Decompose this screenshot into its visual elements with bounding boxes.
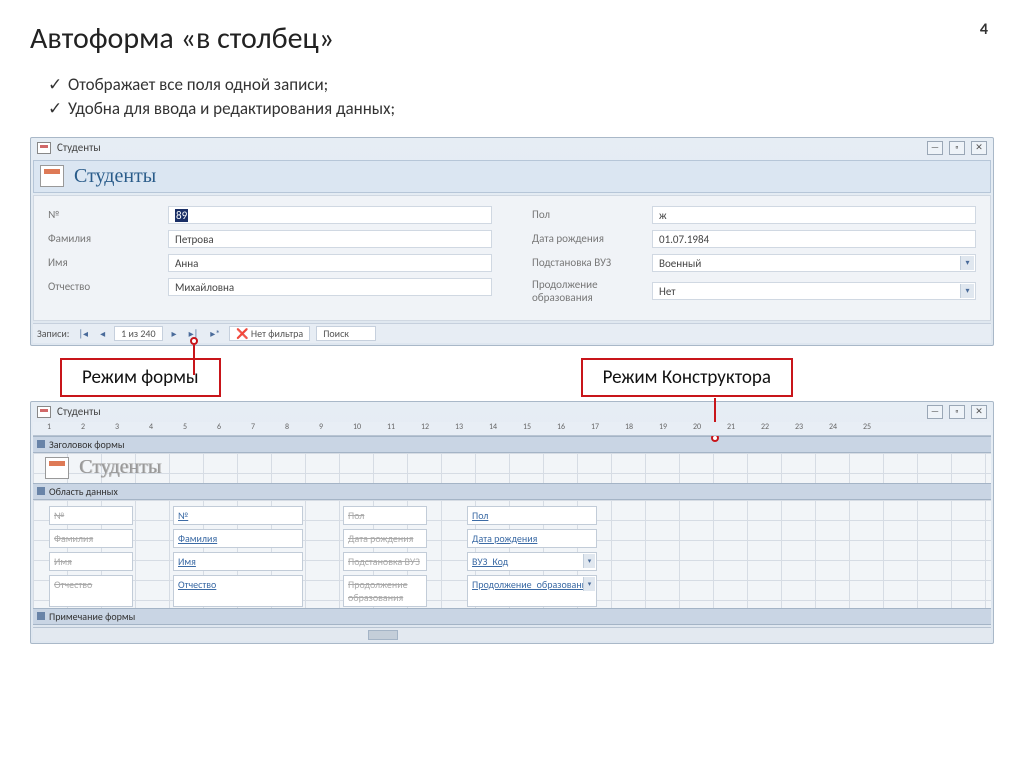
callout-design-mode: Режим Конструктора: [581, 358, 793, 397]
minimize-button[interactable]: —: [927, 405, 943, 419]
window-caption: Студенты: [57, 405, 101, 418]
design-view-window: Студенты — ▫ ✕ 1234567891011121314151617…: [30, 401, 994, 644]
form-body: № 89 Фамилия Петрова Имя Анна Отчество М…: [33, 195, 991, 321]
edu-combobox[interactable]: Нет▾: [652, 282, 976, 300]
chevron-down-icon[interactable]: ▾: [583, 554, 595, 568]
nav-filter[interactable]: ❌ Нет фильтра: [229, 326, 310, 341]
design-field[interactable]: Фамилия: [173, 529, 303, 548]
vuz-combobox[interactable]: Военный▾: [652, 254, 976, 272]
form-view-window: Студенты — ▫ ✕ Студенты № 89 Фамилия Пет…: [30, 137, 994, 346]
design-label[interactable]: Подстановка ВУЗ: [343, 552, 427, 571]
form-header-title: Студенты: [74, 165, 156, 188]
form-col-right: Пол ж Дата рождения 01.07.1984 Подстанов…: [532, 206, 976, 310]
callout-form-mode: Режим формы: [60, 358, 221, 397]
form-header-icon[interactable]: [45, 457, 69, 479]
nav-first-button[interactable]: |◂: [75, 327, 91, 340]
window-caption: Студенты: [57, 141, 101, 154]
design-label[interactable]: Имя: [49, 552, 133, 571]
design-field[interactable]: Продолжение_образования▾: [467, 575, 597, 607]
bullet-item: Отображает все поля одной записи;: [48, 73, 994, 97]
field-label: №: [48, 208, 168, 221]
name-input[interactable]: Анна: [168, 254, 492, 272]
bullet-item: Удобна для ввода и редактирования данных…: [48, 97, 994, 121]
restore-button[interactable]: ▫: [949, 141, 965, 155]
slide-title: Автоформа «в столбец»: [30, 20, 994, 57]
design-field[interactable]: Пол: [467, 506, 597, 525]
form-header-icon: [40, 165, 64, 187]
field-label: Фамилия: [48, 232, 168, 245]
section-handle-icon: [37, 612, 45, 620]
restore-button[interactable]: ▫: [949, 405, 965, 419]
form-icon: [37, 142, 51, 154]
chevron-down-icon[interactable]: ▾: [960, 256, 974, 270]
form-header-title-design[interactable]: Студенты: [79, 456, 161, 479]
nav-new-button[interactable]: ▸*: [207, 327, 223, 340]
designer: 1234567891011121314151617181920212223242…: [33, 422, 991, 625]
design-label[interactable]: Пол: [343, 506, 427, 525]
section-form-header[interactable]: Заголовок формы: [33, 436, 991, 453]
titlebar: Студенты — ▫ ✕: [31, 138, 993, 158]
design-label[interactable]: Дата рождения: [343, 529, 427, 548]
form-icon: [37, 406, 51, 418]
section-detail[interactable]: Область данных: [33, 483, 991, 500]
slide-number: 4: [980, 20, 988, 39]
sex-input[interactable]: ж: [652, 206, 976, 224]
chevron-down-icon[interactable]: ▾: [960, 284, 974, 298]
field-label: Пол: [532, 208, 652, 221]
design-detail-surface[interactable]: № № Пол Пол Фамилия Фамилия Дата рождени…: [33, 500, 991, 608]
bullet-list: Отображает все поля одной записи; Удобна…: [30, 73, 994, 121]
field-label: Дата рождения: [532, 232, 652, 245]
design-field[interactable]: Отчество: [173, 575, 303, 607]
nav-label: Записи:: [37, 327, 69, 340]
chevron-down-icon[interactable]: ▾: [583, 577, 595, 591]
form-col-left: № 89 Фамилия Петрова Имя Анна Отчество М…: [48, 206, 492, 310]
nav-search[interactable]: Поиск: [316, 326, 376, 341]
nav-position[interactable]: 1 из 240: [114, 326, 162, 341]
design-label[interactable]: Фамилия: [49, 529, 133, 548]
design-header-surface[interactable]: Студенты: [33, 453, 991, 483]
horizontal-scrollbar[interactable]: [33, 627, 991, 641]
patronymic-input[interactable]: Михайловна: [168, 278, 492, 296]
horizontal-ruler: 1234567891011121314151617181920212223242…: [33, 422, 991, 436]
section-handle-icon: [37, 487, 45, 495]
record-navigator: Записи: |◂ ◂ 1 из 240 ▸ ▸| ▸* ❌ Нет филь…: [33, 323, 991, 343]
design-field[interactable]: Дата рождения: [467, 529, 597, 548]
section-handle-icon: [37, 440, 45, 448]
close-button[interactable]: ✕: [971, 141, 987, 155]
callouts-row: Режим формы Режим Конструктора: [60, 358, 994, 397]
field-label: Продолжение образования: [532, 278, 652, 304]
num-input[interactable]: 89: [168, 206, 492, 224]
field-label: Подстановка ВУЗ: [532, 256, 652, 269]
nav-next-button[interactable]: ▸: [169, 327, 180, 340]
scrollbar-thumb[interactable]: [368, 630, 398, 640]
field-label: Отчество: [48, 280, 168, 293]
minimize-button[interactable]: —: [927, 141, 943, 155]
form-header: Студенты: [33, 160, 991, 193]
dob-input[interactable]: 01.07.1984: [652, 230, 976, 248]
design-label[interactable]: Продолжение образования: [343, 575, 427, 607]
nav-prev-button[interactable]: ◂: [97, 327, 108, 340]
design-label[interactable]: №: [49, 506, 133, 525]
close-button[interactable]: ✕: [971, 405, 987, 419]
surname-input[interactable]: Петрова: [168, 230, 492, 248]
design-field[interactable]: №: [173, 506, 303, 525]
field-label: Имя: [48, 256, 168, 269]
design-field[interactable]: ВУЗ_Код▾: [467, 552, 597, 571]
titlebar: Студенты — ▫ ✕: [31, 402, 993, 422]
design-field[interactable]: Имя: [173, 552, 303, 571]
section-form-footer[interactable]: Примечание формы: [33, 608, 991, 625]
design-label[interactable]: Отчество: [49, 575, 133, 607]
